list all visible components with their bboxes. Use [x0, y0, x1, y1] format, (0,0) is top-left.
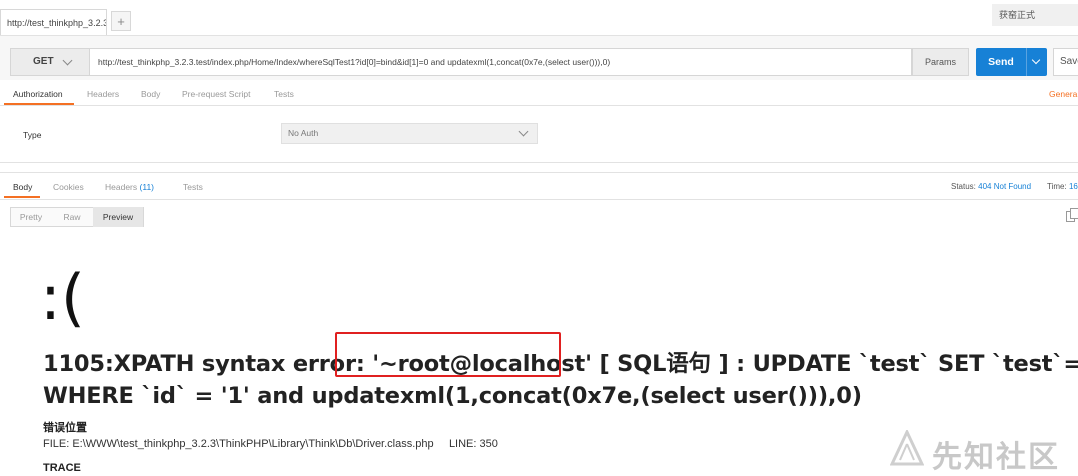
environment-selector[interactable]: 获窑正式	[992, 4, 1078, 26]
response-tab-cookies[interactable]: Cookies	[53, 182, 84, 192]
time-value: 16	[1068, 182, 1078, 191]
time-label: Time:	[1047, 182, 1067, 191]
sad-face: :(	[40, 261, 86, 334]
tab-headers[interactable]: Headers	[87, 89, 119, 99]
active-tab-indicator	[4, 196, 40, 198]
highlight-box	[335, 332, 561, 377]
status-label: Status:	[951, 182, 976, 191]
response-tab-headers-label: Headers	[105, 182, 138, 192]
error-message-line2: WHERE `id` = '1' and updatexml(1,concat(…	[43, 383, 862, 409]
tab-pre-request-script[interactable]: Pre-request Script	[182, 89, 251, 99]
send-options-button[interactable]	[1026, 48, 1047, 76]
method-label: GET	[33, 56, 54, 67]
save-button[interactable]: Save	[1053, 48, 1078, 76]
response-status: Status: 404 Not Found	[951, 182, 1031, 191]
method-select[interactable]: GET	[10, 48, 90, 76]
watermark-logo-icon	[890, 430, 924, 466]
file-path: FILE: E:\WWW\test_thinkphp_3.2.3\ThinkPH…	[43, 438, 434, 450]
tab-authorization[interactable]: Authorization	[13, 89, 63, 99]
status-code: 404 Not Found	[978, 182, 1032, 191]
auth-type-label: Type	[23, 130, 42, 140]
headers-count: (11)	[139, 182, 155, 192]
response-tab-tests[interactable]: Tests	[183, 182, 203, 192]
error-file-line: FILE: E:\WWW\test_thinkphp_3.2.3\ThinkPH…	[43, 438, 498, 450]
error-prefix: 1105:XPATH syntax error:	[43, 351, 373, 377]
copy-icon[interactable]	[1066, 208, 1078, 222]
params-button[interactable]: Params	[912, 48, 969, 76]
chevron-down-icon	[518, 126, 529, 137]
view-preview-button[interactable]: Preview	[93, 207, 143, 227]
tab-tests[interactable]: Tests	[274, 89, 294, 99]
view-pretty-button[interactable]: Pretty	[11, 207, 51, 227]
url-input[interactable]: http://test_thinkphp_3.2.3.test/index.ph…	[90, 48, 912, 76]
response-header	[0, 172, 1078, 201]
generate-code-link[interactable]: Genera	[1049, 89, 1077, 99]
tab-body[interactable]: Body	[141, 89, 160, 99]
error-location-title: 错误位置	[43, 422, 87, 434]
view-raw-button[interactable]: Raw	[51, 207, 93, 227]
divider	[0, 199, 1078, 200]
chevron-down-icon	[62, 55, 73, 66]
request-tab[interactable]: http://test_thinkphp_3.2.3	[0, 9, 107, 35]
line-number: LINE: 350	[448, 438, 498, 450]
response-time: Time: 16	[1047, 182, 1078, 191]
auth-type-select[interactable]: No Auth	[281, 123, 538, 144]
new-tab-button[interactable]: +	[111, 11, 131, 31]
chevron-down-icon	[1031, 55, 1041, 65]
response-tab-headers[interactable]: Headers (11)	[105, 182, 154, 192]
tab-strip	[0, 0, 1078, 36]
send-button[interactable]: Send	[976, 48, 1026, 76]
auth-type-value: No Auth	[288, 128, 319, 138]
trace-title: TRACE	[43, 462, 81, 474]
error-suffix: [ SQL语句 ] : UPDATE `test` SET `test`='1'	[591, 351, 1078, 377]
authorization-panel	[0, 106, 1078, 163]
response-tab-body[interactable]: Body	[13, 182, 32, 192]
watermark-text: 先知社区	[932, 440, 1060, 475]
